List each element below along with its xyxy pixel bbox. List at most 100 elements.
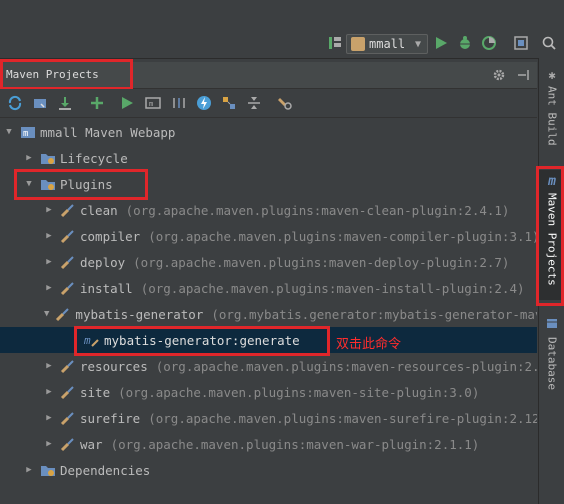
run-config-label: mmall: [369, 37, 406, 51]
tree-node-label: mmall Maven Webapp: [40, 124, 176, 140]
plugin-coordinates: (org.apache.maven.plugins:maven-install-…: [140, 280, 525, 296]
plugin-coordinates: (org.apache.maven.plugins:maven-clean-pl…: [125, 202, 510, 218]
tree-node-root[interactable]: ▼ m mmall Maven Webapp: [0, 119, 537, 145]
plugin-icon: [60, 228, 76, 244]
collapsed-arrow-icon[interactable]: ▶: [44, 413, 54, 423]
add-icon[interactable]: [88, 94, 106, 112]
plugin-icon: [60, 254, 76, 270]
tree-node-plugin[interactable]: ▶ site (org.apache.maven.plugins:maven-s…: [0, 379, 537, 405]
tree-node-dependencies[interactable]: ▶ Dependencies: [0, 457, 537, 483]
plugin-name: install: [80, 280, 133, 296]
run-config-select[interactable]: mmall ▼: [346, 34, 428, 54]
maven-goal-icon: m: [84, 332, 100, 348]
plugin-coordinates: (org.apache.maven.plugins:maven-deploy-p…: [133, 254, 510, 270]
plugin-coordinates: (org.apache.maven.plugins:maven-surefire…: [148, 410, 537, 426]
tree-node-goal[interactable]: m mybatis-generator:generate: [0, 327, 537, 353]
collapse-all-icon[interactable]: [245, 94, 263, 112]
collapsed-arrow-icon[interactable]: ▶: [44, 387, 54, 397]
plugin-coordinates: (org.mybatis.generator:mybatis-generator…: [211, 306, 537, 322]
plugin-name: resources: [80, 358, 148, 374]
tree-node-label: Dependencies: [60, 462, 151, 478]
collapsed-arrow-icon[interactable]: ▶: [44, 205, 54, 215]
tree-node-plugin[interactable]: ▶ resources (org.apache.maven.plugins:ma…: [0, 353, 537, 379]
tab-database[interactable]: Database: [539, 314, 564, 404]
download-icon[interactable]: [56, 94, 74, 112]
collapsed-arrow-icon[interactable]: ▶: [44, 361, 54, 371]
collapsed-arrow-icon[interactable]: ▶: [44, 257, 54, 267]
database-icon: [546, 314, 558, 333]
search-icon[interactable]: [540, 34, 558, 52]
tree-node-label: Plugins: [60, 176, 113, 192]
plugin-icon: [55, 306, 71, 322]
tab-ant-build[interactable]: ✱ Ant Build: [539, 68, 564, 160]
maven-m-icon: m: [548, 174, 556, 189]
settings-icon[interactable]: [276, 94, 294, 112]
plugin-name: mybatis-generator: [75, 306, 204, 322]
plugin-name: deploy: [80, 254, 126, 270]
goal-label: mybatis-generator:generate: [104, 332, 300, 348]
tree-node-plugin[interactable]: ▶ clean (org.apache.maven.plugins:maven-…: [0, 197, 537, 223]
svg-text:m: m: [84, 334, 91, 347]
collapsed-arrow-icon[interactable]: ▶: [44, 231, 54, 241]
run-maven-icon[interactable]: [118, 94, 136, 112]
plugin-name: site: [80, 384, 111, 400]
tree-node-plugin[interactable]: ▶ deploy (org.apache.maven.plugins:maven…: [0, 249, 537, 275]
tree-node-plugin[interactable]: ▼ mybatis-generator (org.mybatis.generat…: [0, 301, 537, 327]
tree-node-label: Lifecycle: [60, 150, 128, 166]
folder-icon: [40, 462, 56, 478]
tab-label: Maven Projects: [545, 193, 559, 286]
plugin-icon: [60, 280, 76, 296]
plugin-icon: [60, 410, 76, 426]
toggle-offline-icon[interactable]: m: [144, 94, 162, 112]
tree-node-plugins[interactable]: ▼ Plugins: [0, 171, 537, 197]
plugin-name: clean: [80, 202, 118, 218]
project-structure-icon[interactable]: [512, 34, 530, 52]
tree-node-plugin[interactable]: ▶ compiler (org.apache.maven.plugins:mav…: [0, 223, 537, 249]
svg-text:m: m: [23, 129, 28, 139]
plugin-coordinates: (org.apache.maven.plugins:maven-compiler…: [148, 228, 537, 244]
plugin-name: compiler: [80, 228, 141, 244]
collapsed-arrow-icon[interactable]: ▶: [24, 153, 34, 163]
expanded-arrow-icon[interactable]: ▼: [24, 179, 34, 189]
hide-icon[interactable]: [514, 67, 532, 83]
tab-label: Database: [545, 337, 559, 390]
annotation-text: 双击此命令: [336, 337, 402, 352]
tree-node-lifecycle[interactable]: ▶ Lifecycle: [0, 145, 537, 171]
plugin-coordinates: (org.apache.maven.plugins:maven-resource…: [155, 358, 537, 374]
tree-node-plugin[interactable]: ▶ surefire (org.apache.maven.plugins:mav…: [0, 405, 537, 431]
plugin-coordinates: (org.apache.maven.plugins:maven-war-plug…: [110, 436, 480, 452]
tree-node-plugin[interactable]: ▶ install (org.apache.maven.plugins:mave…: [0, 275, 537, 301]
tree-node-plugin[interactable]: ▶ war (org.apache.maven.plugins:maven-wa…: [0, 431, 537, 457]
tab-maven-projects[interactable]: m Maven Projects: [539, 170, 564, 300]
debug-icon[interactable]: [456, 34, 474, 52]
main-toolbar: mmall ▼: [0, 0, 564, 59]
coverage-icon[interactable]: [480, 34, 498, 52]
execute-goal-icon[interactable]: [195, 94, 213, 112]
plugin-name: war: [80, 436, 103, 452]
gear-icon[interactable]: [490, 67, 508, 83]
plugin-icon: [60, 358, 76, 374]
collapsed-arrow-icon[interactable]: ▶: [44, 283, 54, 293]
expanded-arrow-icon[interactable]: ▼: [44, 309, 49, 319]
expanded-arrow-icon[interactable]: ▼: [4, 127, 14, 137]
maven-panel-header: Maven Projects: [0, 62, 537, 89]
run-icon[interactable]: [432, 34, 450, 52]
show-dependencies-icon[interactable]: [220, 94, 238, 112]
svg-text:m: m: [149, 100, 153, 108]
panel-title: Maven Projects: [6, 68, 99, 81]
generate-sources-icon[interactable]: [31, 94, 49, 112]
maven-module-icon: m: [20, 124, 36, 140]
folder-icon: [40, 150, 56, 166]
plugin-name: surefire: [80, 410, 141, 426]
tab-label: Ant Build: [545, 86, 559, 146]
reimport-icon[interactable]: [6, 94, 24, 112]
plugin-coordinates: (org.apache.maven.plugins:maven-site-plu…: [118, 384, 480, 400]
collapsed-arrow-icon[interactable]: ▶: [24, 465, 34, 475]
maven-toolbar: m: [0, 89, 537, 118]
plugin-icon: [60, 436, 76, 452]
plugin-icon: [60, 384, 76, 400]
skip-tests-icon[interactable]: [170, 94, 188, 112]
ant-icon: ✱: [548, 68, 556, 82]
collapsed-arrow-icon[interactable]: ▶: [44, 439, 54, 449]
build-icon[interactable]: [326, 34, 344, 52]
